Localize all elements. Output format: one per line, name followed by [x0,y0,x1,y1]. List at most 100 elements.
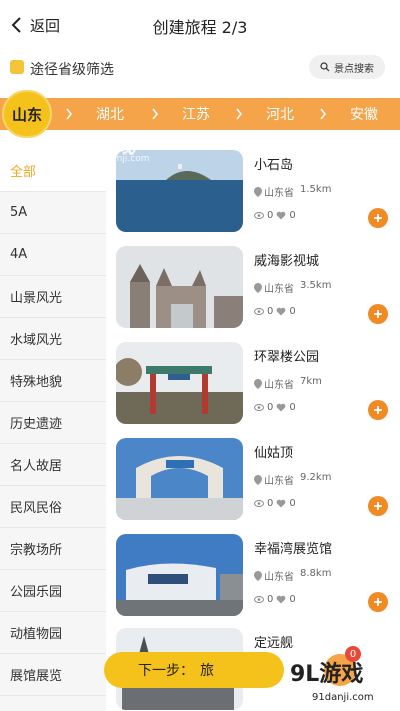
add-button[interactable] [368,304,388,324]
attraction-location: 山东省 [254,184,294,199]
location-pin-icon [254,282,262,293]
add-button[interactable] [368,208,388,228]
attraction-province: 山东省 [264,188,294,199]
category-item[interactable]: 水域风光 [0,318,106,360]
category-item[interactable]: 民风民俗 [0,486,106,528]
view-count: 0 [267,210,274,221]
attraction-name: 环翠楼公园 [254,350,320,365]
attraction-province: 山东省 [264,284,294,295]
attraction-search-button[interactable]: 景点搜索 [309,55,385,79]
location-pin-icon [254,570,262,581]
next-step-value: 旅 [200,663,214,679]
attraction-stats: 0 0 [254,594,296,605]
attraction-card[interactable]: 幸福湾展览馆 山东省 8.8km 0 0 [116,534,400,620]
add-button[interactable] [368,592,388,612]
category-item[interactable]: 动植物园 [0,612,106,654]
category-item[interactable]: 名人故居 [0,444,106,486]
attraction-location: 山东省 [254,280,294,295]
add-button[interactable] [368,496,388,516]
chevron-right-icon [318,98,328,130]
eye-icon [254,212,264,219]
category-item[interactable]: 山景风光 [0,276,106,318]
plus-icon [374,502,382,510]
view-count: 0 [267,498,274,509]
like-count: 0 [289,306,296,317]
chevron-right-icon [64,98,74,130]
attraction-card[interactable]: 环翠楼公园 山东省 7km 0 0 [116,342,400,428]
attraction-photo [116,534,243,616]
heart-icon [276,595,286,604]
next-step-button[interactable]: 下一步： 旅 [104,652,284,688]
attraction-location: 山东省 [254,376,294,391]
attraction-province: 山东省 [264,476,294,487]
attraction-card[interactable]: 威海影视城 山东省 3.5km 0 0 [116,246,400,332]
plus-icon [374,214,382,222]
attraction-photo [116,246,243,328]
search-icon [320,62,330,72]
province-tab[interactable]: 安徽 [350,98,378,130]
like-count: 0 [289,402,296,413]
attraction-distance: 3.5km [300,280,332,291]
province-tab-active[interactable]: 山东 [2,90,52,138]
attraction-name: 幸福湾展览馆 [254,542,333,557]
castle-photo-icon [116,246,243,328]
province-tab[interactable]: 江苏 [182,98,210,130]
location-pin-icon [254,378,262,389]
next-step-label: 下一步： [138,663,194,679]
watermark-url: 91danji.com [94,154,150,164]
view-count: 0 [267,306,274,317]
attraction-stats: 0 0 [254,402,296,413]
attraction-photo [116,342,243,424]
heart-icon [276,307,286,316]
heart-icon [276,211,286,220]
category-item[interactable]: 4A [0,234,106,276]
province-tab[interactable]: 河北 [266,98,294,130]
watermark-logo-bottom: 9L游戏 91danji.com [290,656,398,708]
location-pin-icon [254,474,262,485]
plus-icon [374,310,382,318]
attraction-distance: 1.5km [300,184,332,195]
view-count: 0 [267,594,274,605]
filter-checkbox[interactable] [10,60,24,74]
filter-label: 途径省级筛选 [30,62,114,78]
eye-icon [254,596,264,603]
view-count: 0 [267,402,274,413]
plus-icon [374,406,382,414]
add-button[interactable] [368,400,388,420]
category-item[interactable]: 5A [0,192,106,234]
heart-icon [276,403,286,412]
attraction-card[interactable]: 仙姑顶 山东省 9.2km 0 0 [116,438,400,524]
page-title: 创建旅程 2/3 [152,18,248,37]
attraction-stats: 0 0 [254,306,296,317]
attraction-name: 仙姑顶 [254,446,294,461]
header: 返回 创建旅程 2/3 [0,0,400,50]
watermark-logo: 9L游戏 91danji.com [62,128,162,168]
chevron-right-icon [150,98,160,130]
attraction-name: 小石岛 [254,158,294,173]
attraction-name: 定远舰 [254,636,294,651]
category-sidebar: 全部 5A 4A 山景风光 水域风光 特殊地貌 历史遗迹 名人故居 民风民俗 宗… [0,150,106,711]
like-count: 0 [289,594,296,605]
eye-icon [254,308,264,315]
category-item[interactable]: 宗教场所 [0,528,106,570]
category-item[interactable]: 历史遗迹 [0,402,106,444]
eye-icon [254,404,264,411]
province-tab[interactable]: 湖北 [96,98,124,130]
heart-icon [276,499,286,508]
watermark-url: 91danji.com [312,692,374,703]
attraction-distance: 7km [300,376,322,387]
search-label: 景点搜索 [334,63,374,75]
attraction-photo [116,438,243,520]
location-pin-icon [254,186,262,197]
category-item[interactable]: 公园乐园 [0,570,106,612]
arch-photo-icon [116,438,243,520]
attraction-province: 山东省 [264,572,294,583]
attraction-location: 山东省 [254,472,294,487]
category-item[interactable]: 特殊地貌 [0,360,106,402]
plus-icon [374,598,382,606]
watermark-brand: 9L游戏 [290,662,364,687]
attraction-distance: 9.2km [300,472,332,483]
category-item[interactable]: 展馆展览 [0,654,106,696]
attraction-location: 山东省 [254,568,294,583]
attraction-name: 威海影视城 [254,254,320,269]
